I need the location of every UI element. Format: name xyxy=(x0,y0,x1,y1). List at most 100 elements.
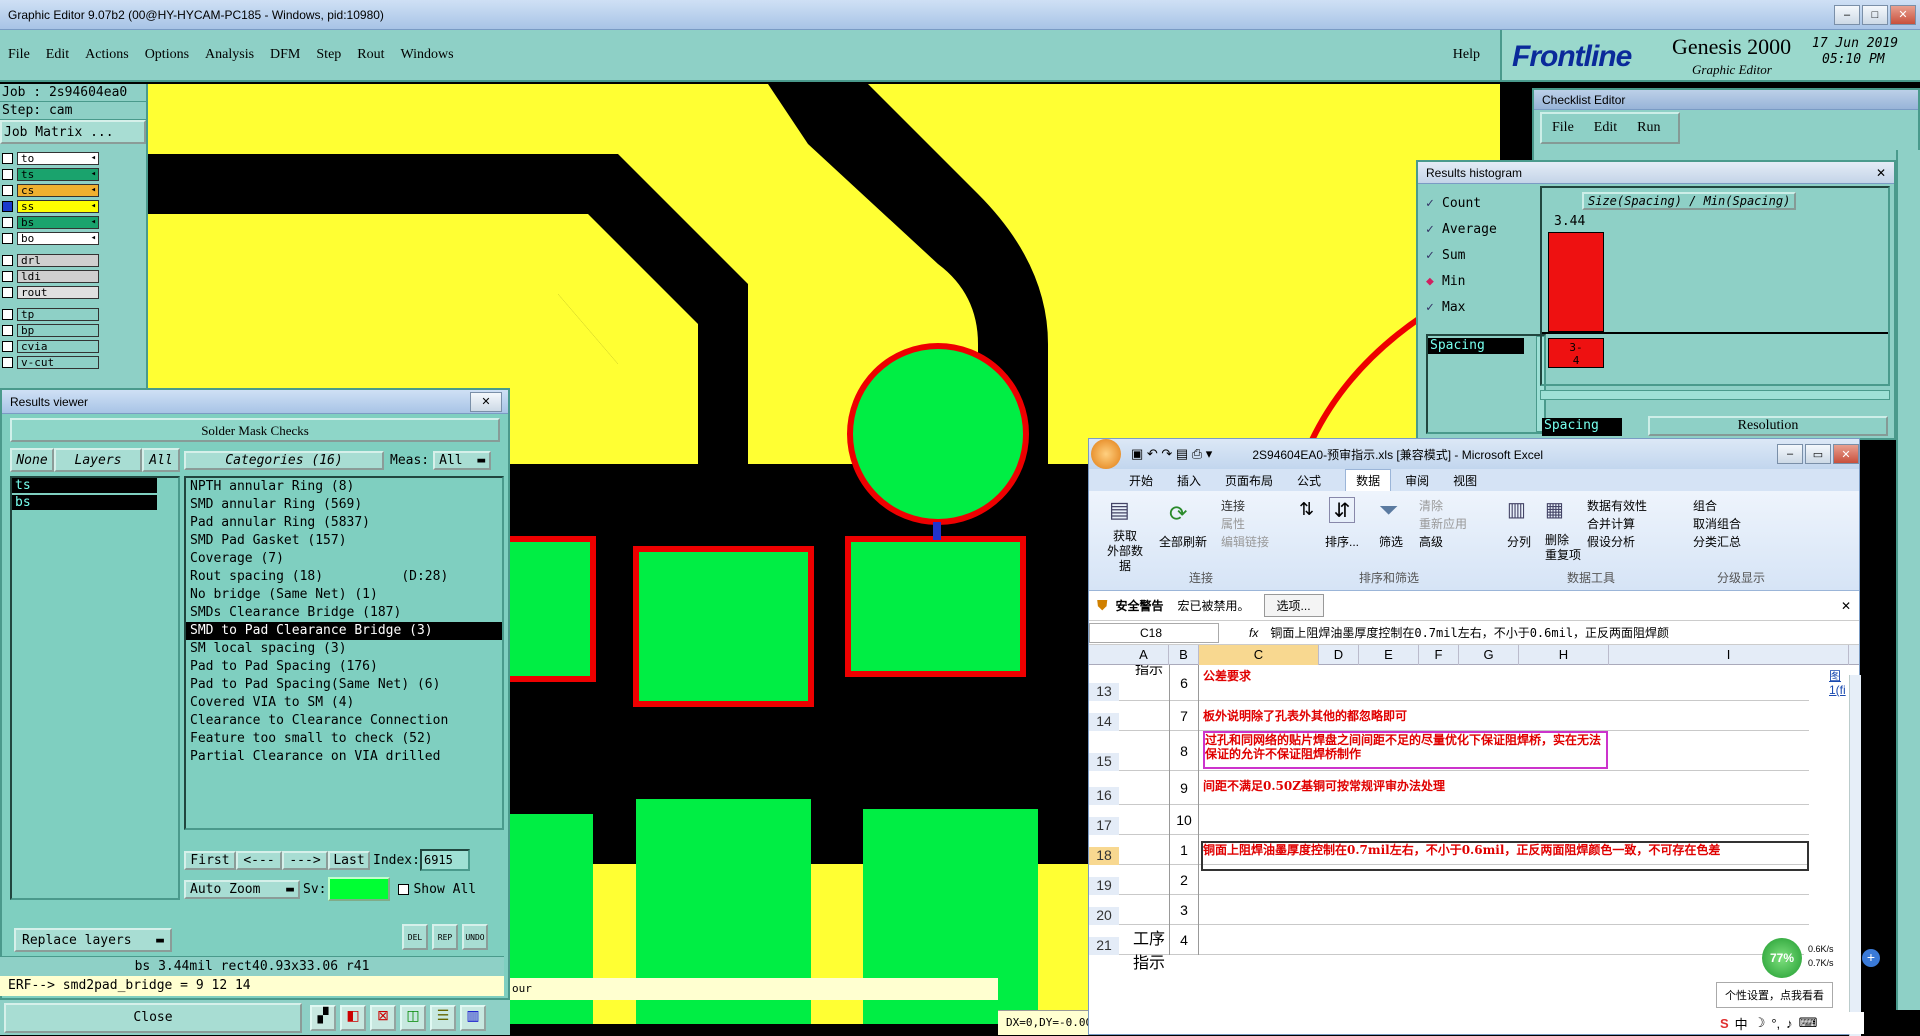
column-header[interactable]: E xyxy=(1359,645,1419,665)
category-item[interactable]: Pad to Pad Spacing(Same Net) (6) xyxy=(186,676,502,694)
sv-dropdown[interactable] xyxy=(328,877,391,901)
row-header[interactable]: 14 xyxy=(1089,713,1119,731)
sheet-grid[interactable]: 13 6 公差要求 14 7 板外说明除了孔表外其他的都忽略即可 15 8 过孔和同网络的贴片焊… xyxy=(1089,665,1859,1035)
histogram-option[interactable]: ✓ Average xyxy=(1426,216,1546,242)
column-header[interactable]: I xyxy=(1609,645,1849,665)
menu-options[interactable]: Options xyxy=(145,47,189,63)
reapply-filter-button[interactable]: 重新应用 xyxy=(1419,515,1467,532)
cross-icon[interactable]: ⊠ xyxy=(370,1004,396,1031)
security-close-icon[interactable]: ✕ xyxy=(1841,599,1851,613)
row-number-cell[interactable]: 10 xyxy=(1169,805,1199,835)
histogram-hscroll[interactable] xyxy=(1540,390,1890,400)
security-options-button[interactable]: 选项... xyxy=(1263,594,1324,617)
histogram-bar[interactable] xyxy=(1548,232,1604,332)
refresh-all-button[interactable]: 全部刷新 xyxy=(1159,533,1207,550)
clear-filter-button[interactable]: 清除 xyxy=(1419,497,1443,514)
advanced-filter-button[interactable]: 高级 xyxy=(1419,533,1443,550)
data-validation-button[interactable]: 数据有效性 xyxy=(1587,497,1647,514)
name-box[interactable]: C18 xyxy=(1089,622,1219,643)
layer-checkbox[interactable] xyxy=(2,168,13,180)
menu-step[interactable]: Step xyxy=(316,47,341,63)
auto-zoom-dropdown[interactable]: Auto Zoom ▬ xyxy=(184,879,300,899)
row-header[interactable]: 18 xyxy=(1089,847,1119,865)
category-item[interactable]: Rout spacing (18) (D:28) xyxy=(186,568,502,586)
ribbon-tab[interactable]: 数据 xyxy=(1345,469,1392,491)
results-layer-item[interactable]: ts xyxy=(12,478,157,493)
menu-windows[interactable]: Windows xyxy=(401,47,454,63)
snap-icon[interactable]: ◧ xyxy=(340,1004,366,1031)
histogram-option[interactable]: ✓ Max xyxy=(1426,294,1546,320)
category-item[interactable]: Pad annular Ring (5837) xyxy=(186,514,502,532)
category-item[interactable]: SMD to Pad Clearance Bridge (3) xyxy=(186,622,502,640)
category-item[interactable]: SM local spacing (3) xyxy=(186,640,502,658)
category-item[interactable]: Pad to Pad Spacing (176) xyxy=(186,658,502,676)
category-item[interactable]: SMDs Clearance Bridge (187) xyxy=(186,604,502,622)
replace-layers-dropdown[interactable]: Replace layers ▬ xyxy=(14,928,172,952)
layer-label-box[interactable]: bp xyxy=(17,323,99,337)
category-item[interactable]: No bridge (Same Net) (1) xyxy=(186,586,502,604)
layer-row[interactable]: ss ◂ xyxy=(0,198,146,214)
group-button[interactable]: 组合 xyxy=(1693,497,1717,514)
column-header[interactable]: F xyxy=(1419,645,1459,665)
ribbon-tab[interactable]: 开始 xyxy=(1129,472,1153,489)
office-button[interactable] xyxy=(1091,439,1121,469)
column-header[interactable]: H xyxy=(1519,645,1609,665)
layer-checkbox[interactable] xyxy=(2,184,13,196)
layer-label-box[interactable]: bo ◂ xyxy=(17,231,99,245)
excel-close-button[interactable]: ✕ xyxy=(1833,444,1859,464)
first-button[interactable]: First xyxy=(184,850,236,870)
layer-row[interactable]: cs ◂ xyxy=(0,182,146,198)
menu-file[interactable]: File xyxy=(8,47,30,63)
histogram-option[interactable]: ◆ Min xyxy=(1426,268,1546,294)
text-to-columns-button[interactable]: 分列 xyxy=(1507,533,1531,550)
checklist-menu-file[interactable]: File xyxy=(1552,120,1574,136)
row-header[interactable]: 19 xyxy=(1089,877,1119,895)
delete-icon[interactable]: DEL xyxy=(402,924,428,950)
punct-icon[interactable]: °, xyxy=(1771,1016,1780,1031)
category-item[interactable]: SMD Pad Gasket (157) xyxy=(186,532,502,550)
category-item[interactable]: SMD annular Ring (569) xyxy=(186,496,502,514)
layer-row[interactable]: cvia xyxy=(0,338,146,354)
prev-button[interactable]: <--- xyxy=(236,850,282,870)
layer-label-box[interactable]: v-cut xyxy=(17,355,99,369)
row-header[interactable]: 15 xyxy=(1089,753,1119,771)
layer-row[interactable]: ts ◂ xyxy=(0,166,146,182)
properties-button[interactable]: 属性 xyxy=(1221,515,1245,532)
excel-minimize-button[interactable]: – xyxy=(1777,444,1803,464)
layer-checkbox[interactable] xyxy=(2,340,13,352)
layer-row[interactable]: to ◂ xyxy=(0,150,146,166)
layer-checkbox[interactable] xyxy=(2,286,13,298)
layer-label-box[interactable]: cs ◂ xyxy=(17,183,99,197)
layer-row[interactable]: v-cut xyxy=(0,354,146,370)
ribbon-tab[interactable]: 页面布局 xyxy=(1225,472,1273,489)
category-item[interactable]: Clearance to Clearance Connection xyxy=(186,712,502,730)
ribbon-tab[interactable]: 公式 xyxy=(1297,472,1321,489)
close-window-button[interactable]: ✕ xyxy=(1890,4,1916,25)
quick-access-icons[interactable]: ▣ ↶ ↷ ▤ ⎙ ▾ xyxy=(1131,446,1212,462)
close-button[interactable]: Close xyxy=(4,1002,302,1033)
column-header[interactable]: B xyxy=(1169,645,1199,665)
layer-row[interactable]: bp xyxy=(0,322,146,338)
menu-actions[interactable]: Actions xyxy=(85,47,129,63)
layer-label-box[interactable]: drl xyxy=(17,253,99,267)
column-header[interactable]: A xyxy=(1119,645,1169,665)
layer-label-box[interactable]: ldi xyxy=(17,269,99,283)
layer-label-box[interactable]: tp xyxy=(17,307,99,321)
layer-checkbox[interactable] xyxy=(2,324,13,336)
keyboard-icon[interactable]: ⌨ xyxy=(1799,1015,1818,1031)
hyperlink-cell[interactable]: 图 1(fi xyxy=(1829,669,1846,697)
row-header[interactable]: 21 xyxy=(1089,937,1119,955)
what-if-button[interactable]: 假设分析 xyxy=(1587,533,1635,550)
text-cell[interactable] xyxy=(1203,933,1807,959)
sort-button[interactable]: 排序... xyxy=(1325,533,1359,550)
none-button[interactable]: None xyxy=(10,448,54,472)
ime-mode[interactable]: 中 xyxy=(1735,1014,1748,1033)
text-cell[interactable]: 过孔和同网络的贴片焊盘之间间距不足的尽量优化下保证阻焊桥，实在无法保证的允许不保… xyxy=(1203,731,1608,769)
show-all-checkbox[interactable] xyxy=(398,883,410,895)
checklist-menu-run[interactable]: Run xyxy=(1637,120,1660,136)
layer-row[interactable]: rout xyxy=(0,284,146,300)
connections-button[interactable]: 连接 xyxy=(1221,497,1245,514)
layer-row[interactable]: drl xyxy=(0,252,146,268)
histogram-option[interactable]: ✓ Count xyxy=(1426,190,1546,216)
ungroup-button[interactable]: 取消组合 xyxy=(1693,515,1741,532)
